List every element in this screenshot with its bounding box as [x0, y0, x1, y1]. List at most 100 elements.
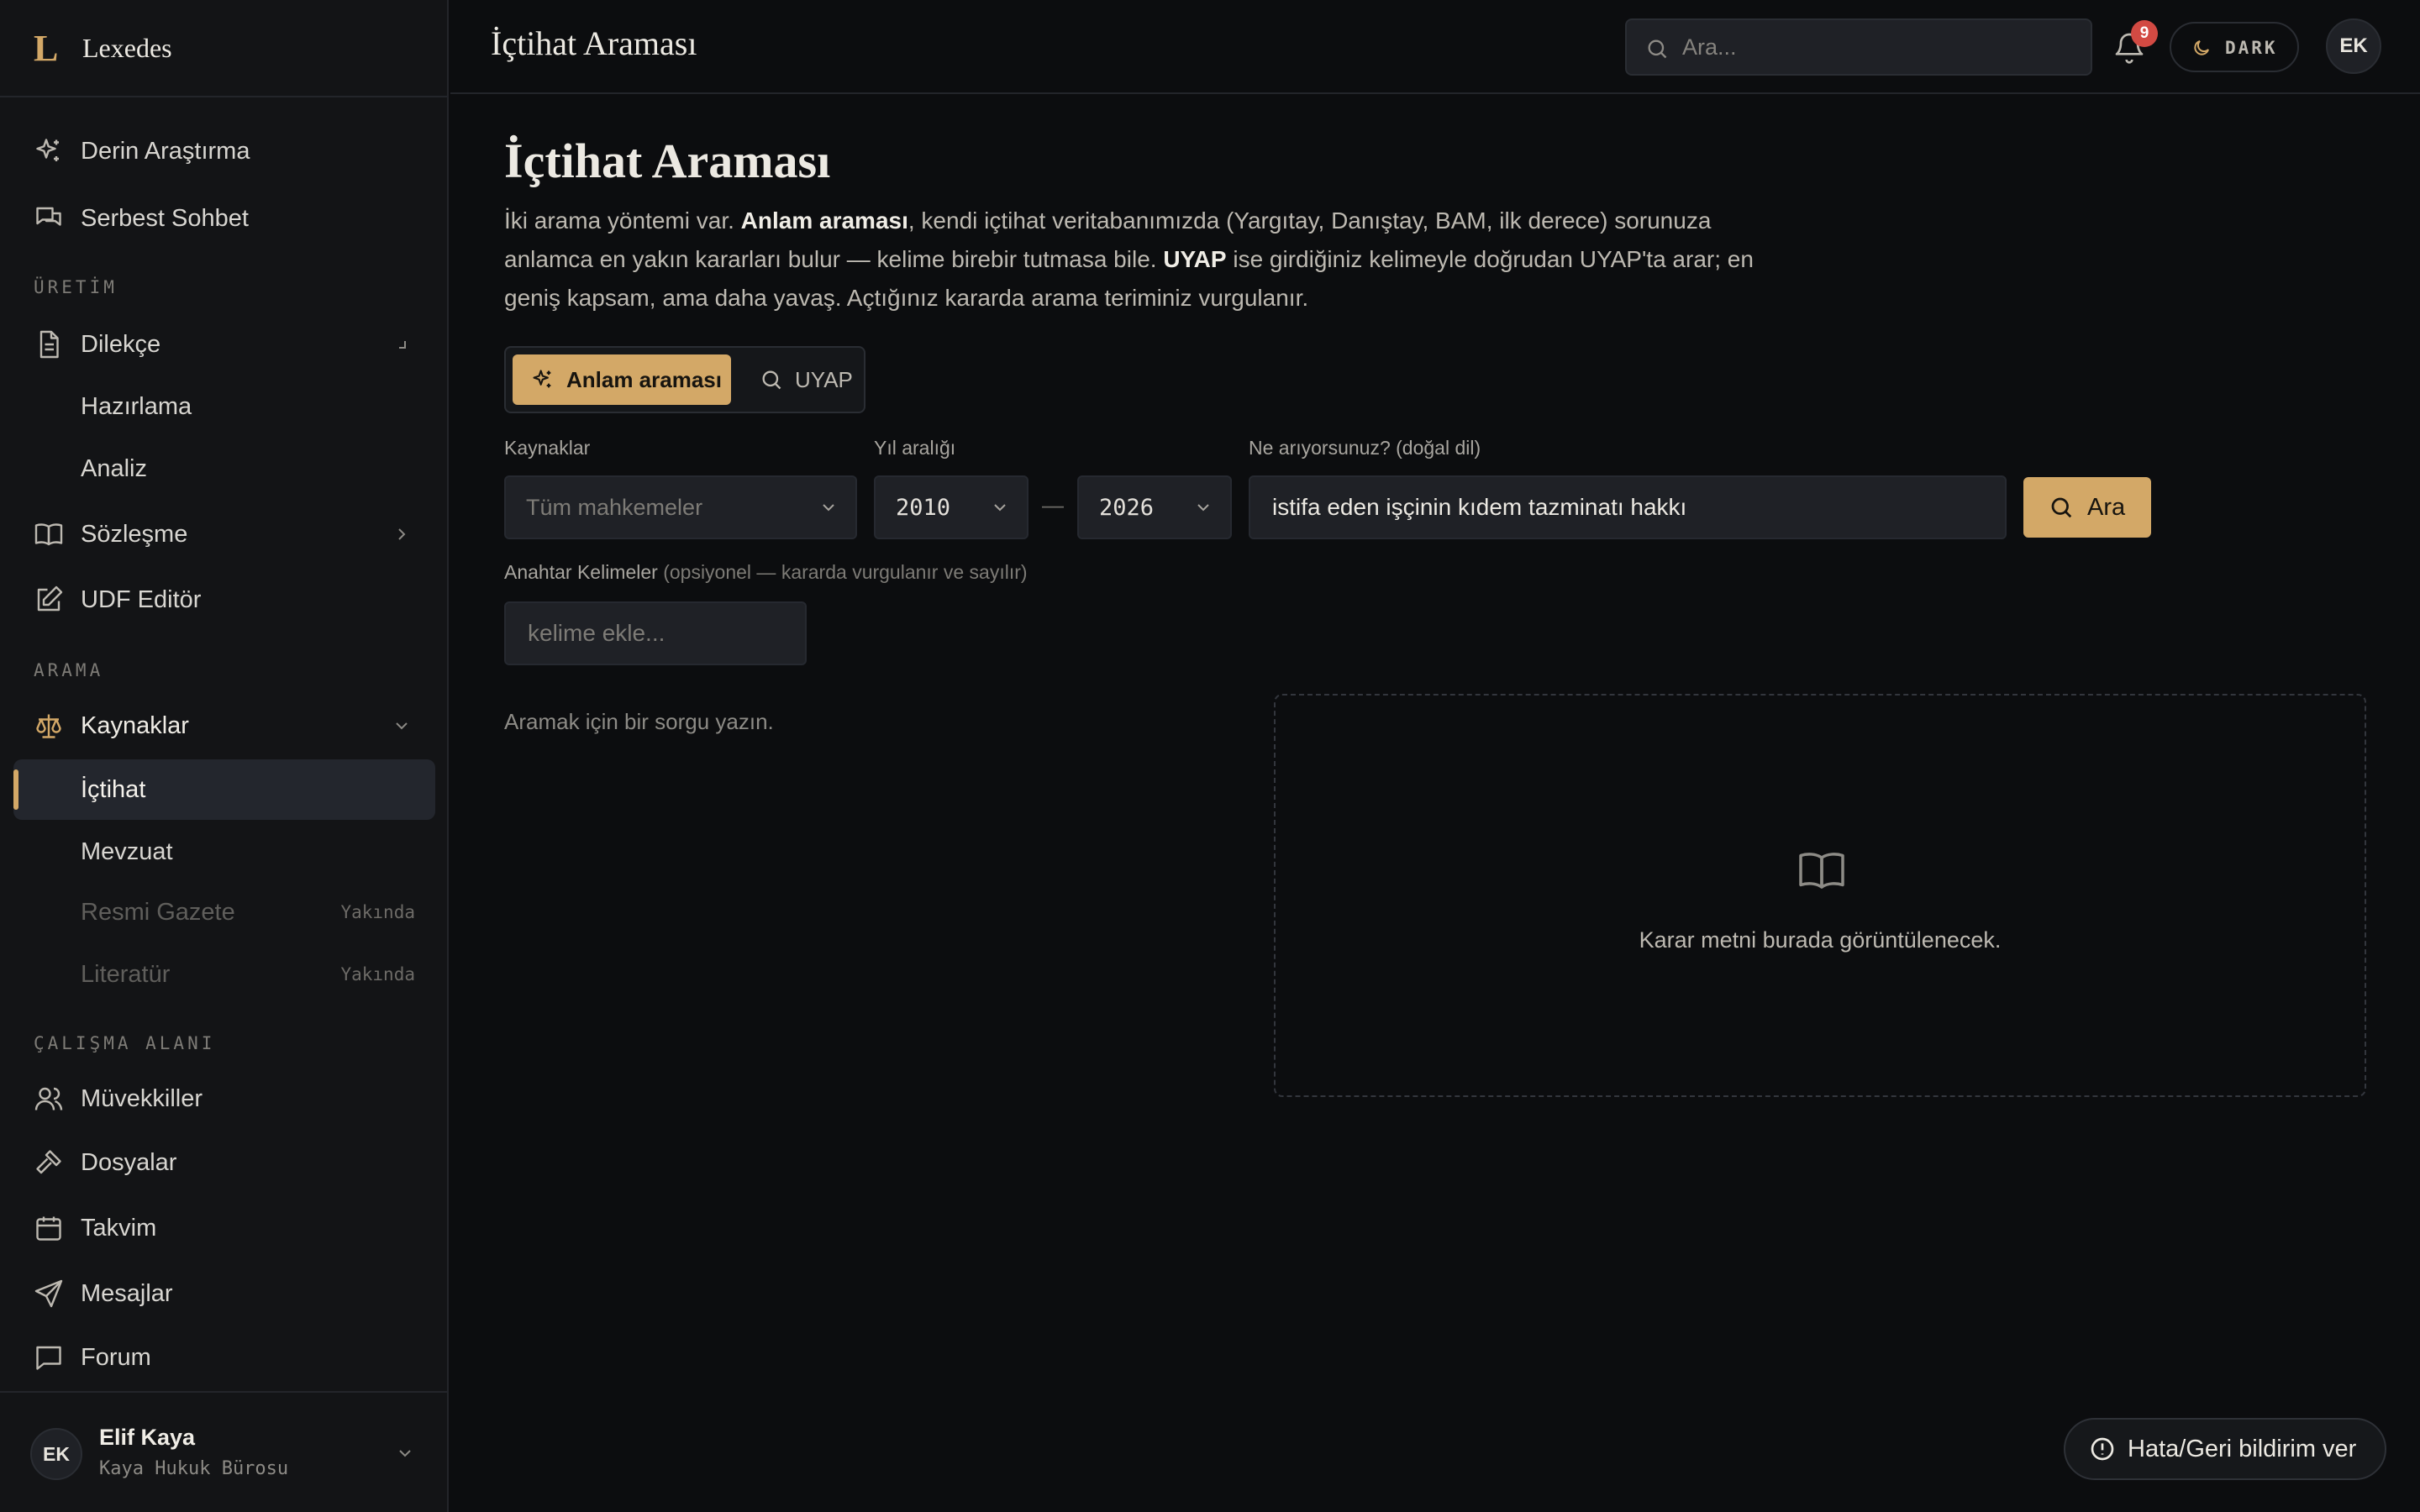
desc-bold: Anlam araması	[740, 207, 908, 234]
search-icon	[2049, 495, 2074, 520]
keywords-label-text: Anahtar Kelimeler	[504, 561, 658, 583]
section-heading-arama: ARAMA	[34, 660, 104, 680]
search-submit-button[interactable]: Ara	[2023, 477, 2151, 538]
book-icon	[34, 519, 64, 549]
mode-uyap-button[interactable]: UYAP	[741, 354, 859, 405]
chat-icon	[34, 203, 64, 234]
empty-results-hint: Aramak için bir sorgu yazın.	[504, 709, 774, 734]
sidebar-item-serbest-sohbet[interactable]: Serbest Sohbet	[13, 188, 435, 249]
chevron-down-icon	[990, 497, 1010, 517]
keywords-input[interactable]	[506, 603, 805, 664]
query-label: Ne arıyorsunuz? (doğal dil)	[1249, 437, 1481, 459]
sidebar-item-label: Analiz	[81, 454, 147, 482]
brand-name: Lexedes	[82, 32, 172, 63]
alert-circle-icon	[2089, 1436, 2116, 1462]
sidebar-subitem-hazirlama[interactable]: Hazırlama	[13, 376, 435, 437]
sidebar-item-label: Müvekkiller	[81, 1084, 203, 1112]
sidebar-item-takvim[interactable]: Takvim	[13, 1198, 435, 1258]
search-button-label: Ara	[2087, 493, 2126, 521]
page-description: İki arama yöntemi var. Anlam araması, ke…	[504, 202, 1765, 318]
sidebar-subitem-mevzuat[interactable]: Mevzuat	[13, 822, 435, 882]
page-heading: İçtihat Araması	[504, 134, 831, 188]
open-book-icon	[1797, 845, 1847, 895]
sources-label: Kaynaklar	[504, 437, 591, 459]
search-icon	[1645, 37, 1669, 60]
sidebar-item-label: Derin Araştırma	[81, 137, 250, 165]
sidebar-item-sozlesme[interactable]: Sözleşme	[13, 504, 435, 564]
sidebar-item-derin-arastirma[interactable]: Derin Araştırma	[13, 121, 435, 181]
sidebar-item-label: Hazırlama	[81, 392, 192, 420]
sidebar-item-label: Forum	[81, 1343, 151, 1371]
theme-toggle[interactable]: DARK	[2170, 22, 2299, 72]
send-icon	[34, 1278, 64, 1309]
edit-icon	[34, 585, 64, 615]
year-to-value: 2026	[1099, 494, 1155, 521]
mode-semantic-button[interactable]: Anlam araması	[513, 354, 731, 405]
gavel-icon	[34, 1147, 64, 1178]
sidebar-subitem-literatur: Literatür Yakında	[13, 944, 435, 1005]
user-avatar-button[interactable]: EK	[2326, 18, 2381, 74]
main-content: İçtihat Araması İki arama yöntemi var. A…	[450, 94, 2420, 1512]
sidebar-item-label: Dilekçe	[81, 330, 161, 358]
search-input[interactable]	[1682, 20, 2077, 74]
global-search[interactable]	[1625, 18, 2092, 76]
coming-soon-badge: Yakında	[340, 902, 415, 922]
sidebar-item-label: Kaynaklar	[81, 711, 189, 739]
feedback-label: Hata/Geri bildirim ver	[2128, 1435, 2357, 1462]
sidebar-item-label: UDF Editör	[81, 585, 202, 613]
query-input[interactable]: istifa eden işçinin kıdem tazminatı hakk…	[1249, 475, 2007, 539]
decision-viewer: Karar metni burada görüntülenecek.	[1274, 694, 2366, 1097]
brand-logo: L	[34, 27, 59, 69]
sidebar-item-label: Resmi Gazete	[81, 898, 235, 926]
sidebar-subitem-analiz[interactable]: Analiz	[13, 438, 435, 499]
sidebar-item-forum[interactable]: Forum	[13, 1327, 435, 1388]
sidebar-item-label: Sözleşme	[81, 520, 188, 548]
sidebar-item-label: Dosyalar	[81, 1148, 177, 1176]
brand[interactable]: L Lexedes	[0, 0, 447, 97]
user-menu[interactable]: EK Elif Kaya Kaya Hukuk Bürosu	[0, 1391, 449, 1512]
theme-label: DARK	[2225, 38, 2278, 58]
active-indicator	[13, 769, 18, 810]
chevron-down-icon	[1193, 497, 1213, 517]
topbar: İçtihat Araması 9 DARK EK	[450, 0, 2420, 94]
sidebar-subitem-ictihat[interactable]: İçtihat	[13, 759, 435, 820]
chevron-right-icon	[392, 524, 412, 544]
notification-count-badge: 9	[2131, 20, 2158, 47]
page-title: İçtihat Araması	[491, 24, 697, 62]
coming-soon-badge: Yakında	[340, 964, 415, 984]
sidebar-item-mesajlar[interactable]: Mesajlar	[13, 1263, 435, 1324]
mode-label: UYAP	[795, 366, 853, 392]
search-mode-switch: Anlam araması UYAP	[504, 346, 865, 413]
user-org: Kaya Hukuk Bürosu	[99, 1458, 289, 1479]
year-separator: —	[1042, 492, 1064, 517]
sparkles-icon	[34, 136, 64, 166]
user-avatar: EK	[30, 1428, 82, 1480]
year-from-select[interactable]: 2010	[874, 475, 1028, 539]
year-range-label: Yıl aralığı	[874, 437, 956, 459]
year-to-select[interactable]: 2026	[1077, 475, 1232, 539]
sidebar-item-dosyalar[interactable]: Dosyalar	[13, 1132, 435, 1193]
sidebar-item-label: Mesajlar	[81, 1279, 173, 1307]
moon-icon	[2191, 38, 2212, 58]
sidebar-item-kaynaklar[interactable]: Kaynaklar	[13, 696, 435, 756]
sources-select[interactable]: Tüm mahkemeler	[504, 475, 857, 539]
sidebar-item-label: Serbest Sohbet	[81, 204, 249, 232]
sidebar-item-dilekce[interactable]: Dilekçe	[13, 314, 435, 375]
chevron-down-icon	[395, 1443, 415, 1463]
desc-bold: UYAP	[1163, 246, 1227, 272]
section-heading-calisma: ÇALIŞMA ALANI	[34, 1033, 216, 1053]
chevron-down-icon	[392, 716, 412, 736]
sidebar-item-udf-editor[interactable]: UDF Editör	[13, 570, 435, 630]
sparkles-icon	[531, 368, 555, 391]
corner-arrow-icon	[392, 334, 412, 354]
notifications-button[interactable]: 9	[2096, 17, 2163, 77]
message-square-icon	[34, 1342, 64, 1373]
chevron-down-icon	[818, 497, 839, 517]
search-icon	[760, 368, 783, 391]
feedback-button[interactable]: Hata/Geri bildirim ver	[2064, 1418, 2386, 1480]
sidebar-item-muvekkiller[interactable]: Müvekkiller	[13, 1068, 435, 1129]
sources-value: Tüm mahkemeler	[526, 494, 703, 520]
sidebar-item-label: Takvim	[81, 1214, 157, 1242]
keywords-field[interactable]	[504, 601, 807, 665]
year-from-value: 2010	[896, 494, 951, 521]
